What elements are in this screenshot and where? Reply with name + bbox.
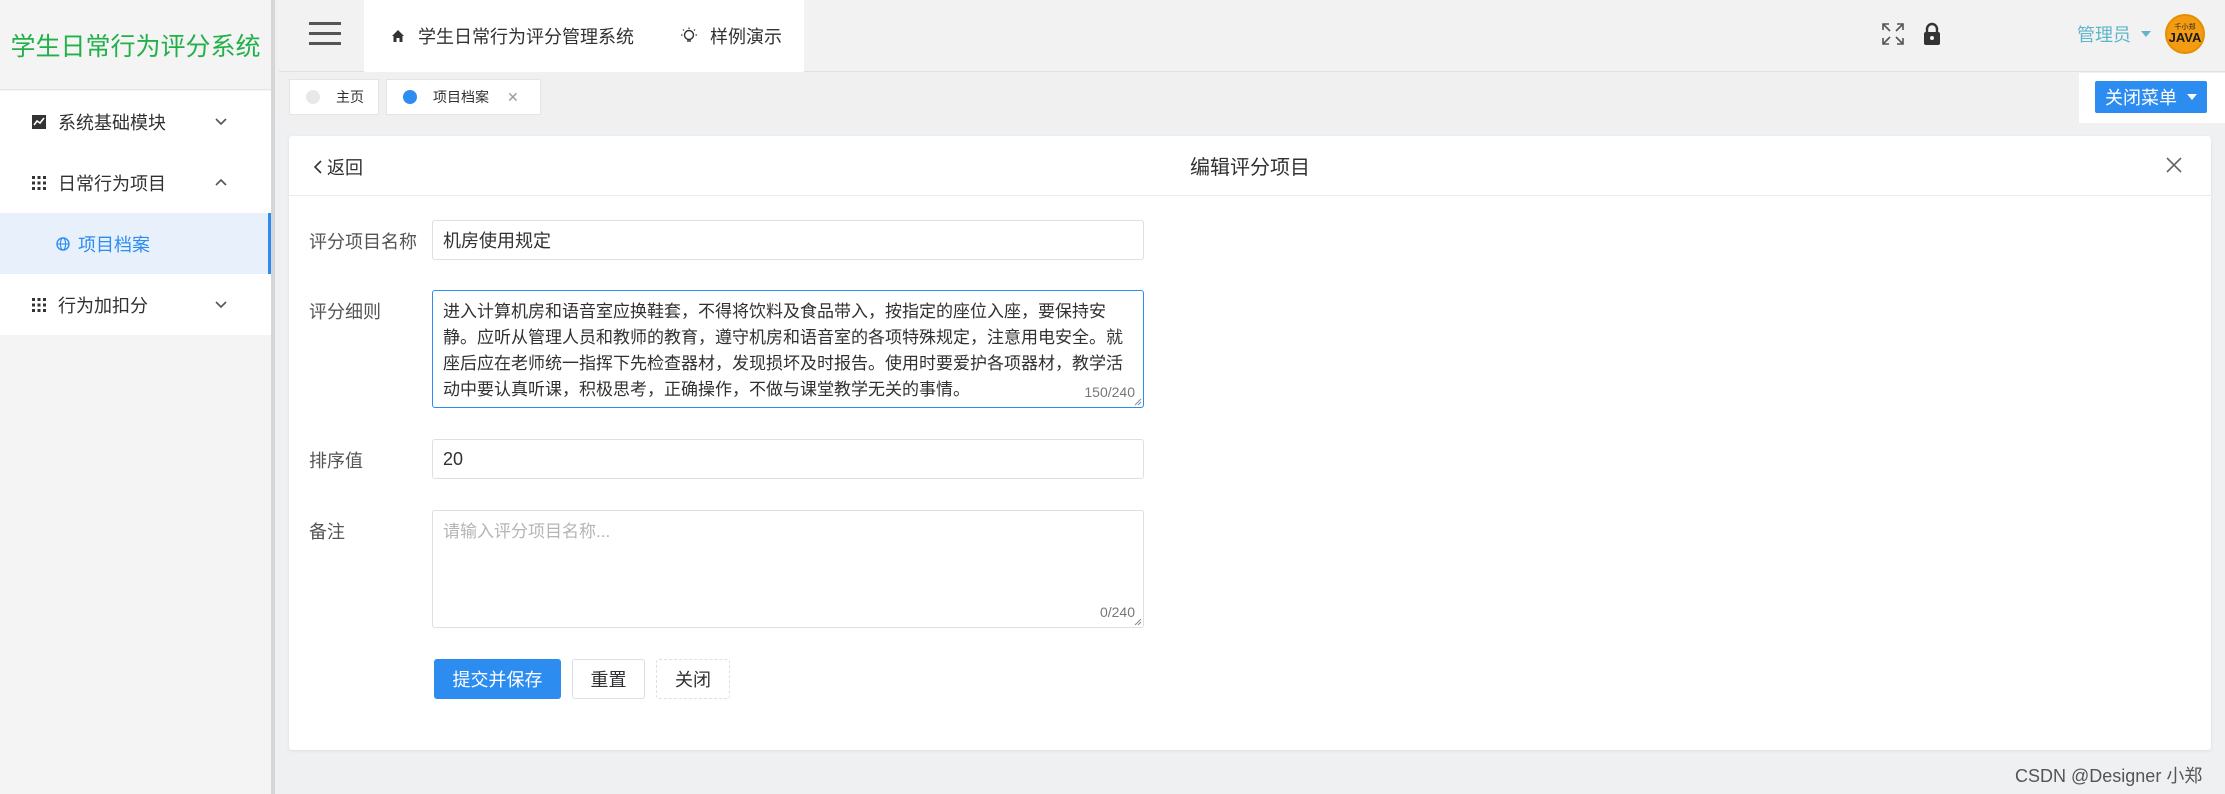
remark-textarea[interactable]: 请输入评分项目名称... 0/240 bbox=[432, 510, 1144, 628]
name-input[interactable]: 机房使用规定 bbox=[432, 220, 1144, 260]
sidebar-item-label: 项目档案 bbox=[78, 234, 150, 255]
sort-label: 排序值 bbox=[309, 451, 363, 471]
detail-textarea[interactable]: 进入计算机房和语音室应换鞋套，不得将饮料及食品带入，按指定的座位入座，要保持安静… bbox=[432, 290, 1144, 408]
tab-dot-icon bbox=[403, 90, 417, 104]
user-menu[interactable]: 管理员 千小郑 JAVA bbox=[2077, 14, 2205, 54]
topbar: 学生日常行为评分管理系统 样例演示 管理员 千小郑 JAVA bbox=[279, 0, 2225, 72]
close-menu-area: 关闭菜单 bbox=[2079, 73, 2225, 123]
chevron-up-icon bbox=[215, 178, 227, 186]
grid-icon bbox=[32, 297, 46, 312]
reset-button[interactable]: 重置 bbox=[572, 659, 645, 699]
submit-save-button[interactable]: 提交并保存 bbox=[434, 659, 561, 699]
remark-placeholder: 请输入评分项目名称... bbox=[443, 522, 611, 541]
caret-down-icon bbox=[2187, 94, 2197, 100]
sidebar-item-label: 行为加扣分 bbox=[58, 295, 148, 316]
sidebar-item-system-basics[interactable]: 系统基础模块 bbox=[0, 91, 271, 152]
top-icons bbox=[1881, 22, 1943, 46]
sort-input[interactable]: 20 bbox=[432, 439, 1144, 479]
caret-down-icon bbox=[2141, 31, 2151, 37]
bulb-icon bbox=[681, 27, 697, 42]
form-row-detail: 评分细则 进入计算机房和语音室应换鞋套，不得将饮料及食品带入，按指定的座位入座，… bbox=[309, 290, 1144, 408]
top-nav-demo[interactable]: 样例演示 bbox=[680, 23, 782, 49]
chevron-left-icon bbox=[313, 160, 322, 174]
avatar[interactable]: 千小郑 JAVA bbox=[2165, 14, 2205, 54]
watermark: CSDN @Designer 小郑 bbox=[2015, 766, 2203, 786]
tab-project-archive[interactable]: 项目档案 ✕ bbox=[386, 79, 541, 115]
detail-char-count: 150/240 bbox=[1084, 384, 1135, 400]
tab-home[interactable]: 主页 bbox=[289, 79, 379, 115]
name-label: 评分项目名称 bbox=[309, 232, 417, 252]
menu-toggle-icon[interactable] bbox=[309, 22, 341, 48]
page-title: 编辑评分项目 bbox=[1190, 157, 1310, 179]
top-nav-home[interactable]: 学生日常行为评分管理系统 bbox=[390, 23, 634, 49]
user-name: 管理员 bbox=[2077, 25, 2131, 45]
app-title: 学生日常行为评分系统 bbox=[0, 0, 271, 90]
form-row-sort: 排序值 20 bbox=[309, 439, 1144, 479]
close-icon[interactable] bbox=[2165, 156, 2183, 174]
close-button[interactable]: 关闭 bbox=[656, 659, 730, 699]
panel-header: 返回 编辑评分项目 bbox=[289, 136, 2211, 196]
home-icon bbox=[392, 30, 404, 42]
sidebar-item-project-archive[interactable]: 项目档案 bbox=[0, 213, 271, 274]
grid-icon bbox=[32, 175, 46, 190]
resize-grip-icon[interactable] bbox=[1134, 398, 1142, 406]
chevron-down-icon bbox=[215, 301, 227, 309]
sidebar-item-daily-behavior[interactable]: 日常行为项目 bbox=[0, 152, 271, 213]
lock-icon[interactable] bbox=[1921, 22, 1943, 46]
edit-panel: 返回 编辑评分项目 评分项目名称 机房使用规定 评分细则 进入计算机房和语音室应… bbox=[289, 136, 2211, 750]
sidebar-item-behavior-points[interactable]: 行为加扣分 bbox=[0, 274, 271, 335]
sidebar: 学生日常行为评分系统 系统基础模块 日常行为项目 项目档案 行为加扣分 bbox=[0, 0, 275, 794]
sidebar-item-label: 系统基础模块 bbox=[58, 112, 166, 133]
close-menu-button[interactable]: 关闭菜单 bbox=[2095, 81, 2207, 113]
fullscreen-icon[interactable] bbox=[1881, 22, 1905, 46]
tab-dot-icon bbox=[306, 90, 320, 104]
tab-close-icon[interactable]: ✕ bbox=[507, 89, 519, 106]
form-row-name: 评分项目名称 机房使用规定 bbox=[309, 220, 1144, 260]
top-nav: 学生日常行为评分管理系统 样例演示 bbox=[364, 0, 804, 72]
chevron-down-icon bbox=[215, 118, 227, 126]
back-button[interactable]: 返回 bbox=[313, 154, 363, 180]
tab-bar: 主页 项目档案 ✕ 关闭菜单 bbox=[279, 73, 2225, 123]
form-row-remark: 备注 请输入评分项目名称... 0/240 bbox=[309, 510, 1144, 628]
remark-label: 备注 bbox=[309, 522, 345, 542]
remark-char-count: 0/240 bbox=[1099, 604, 1135, 620]
sidebar-item-label: 日常行为项目 bbox=[58, 173, 166, 194]
globe-icon bbox=[56, 236, 70, 251]
resize-grip-icon[interactable] bbox=[1134, 618, 1142, 626]
chart-icon bbox=[32, 114, 46, 129]
detail-label: 评分细则 bbox=[309, 302, 381, 322]
